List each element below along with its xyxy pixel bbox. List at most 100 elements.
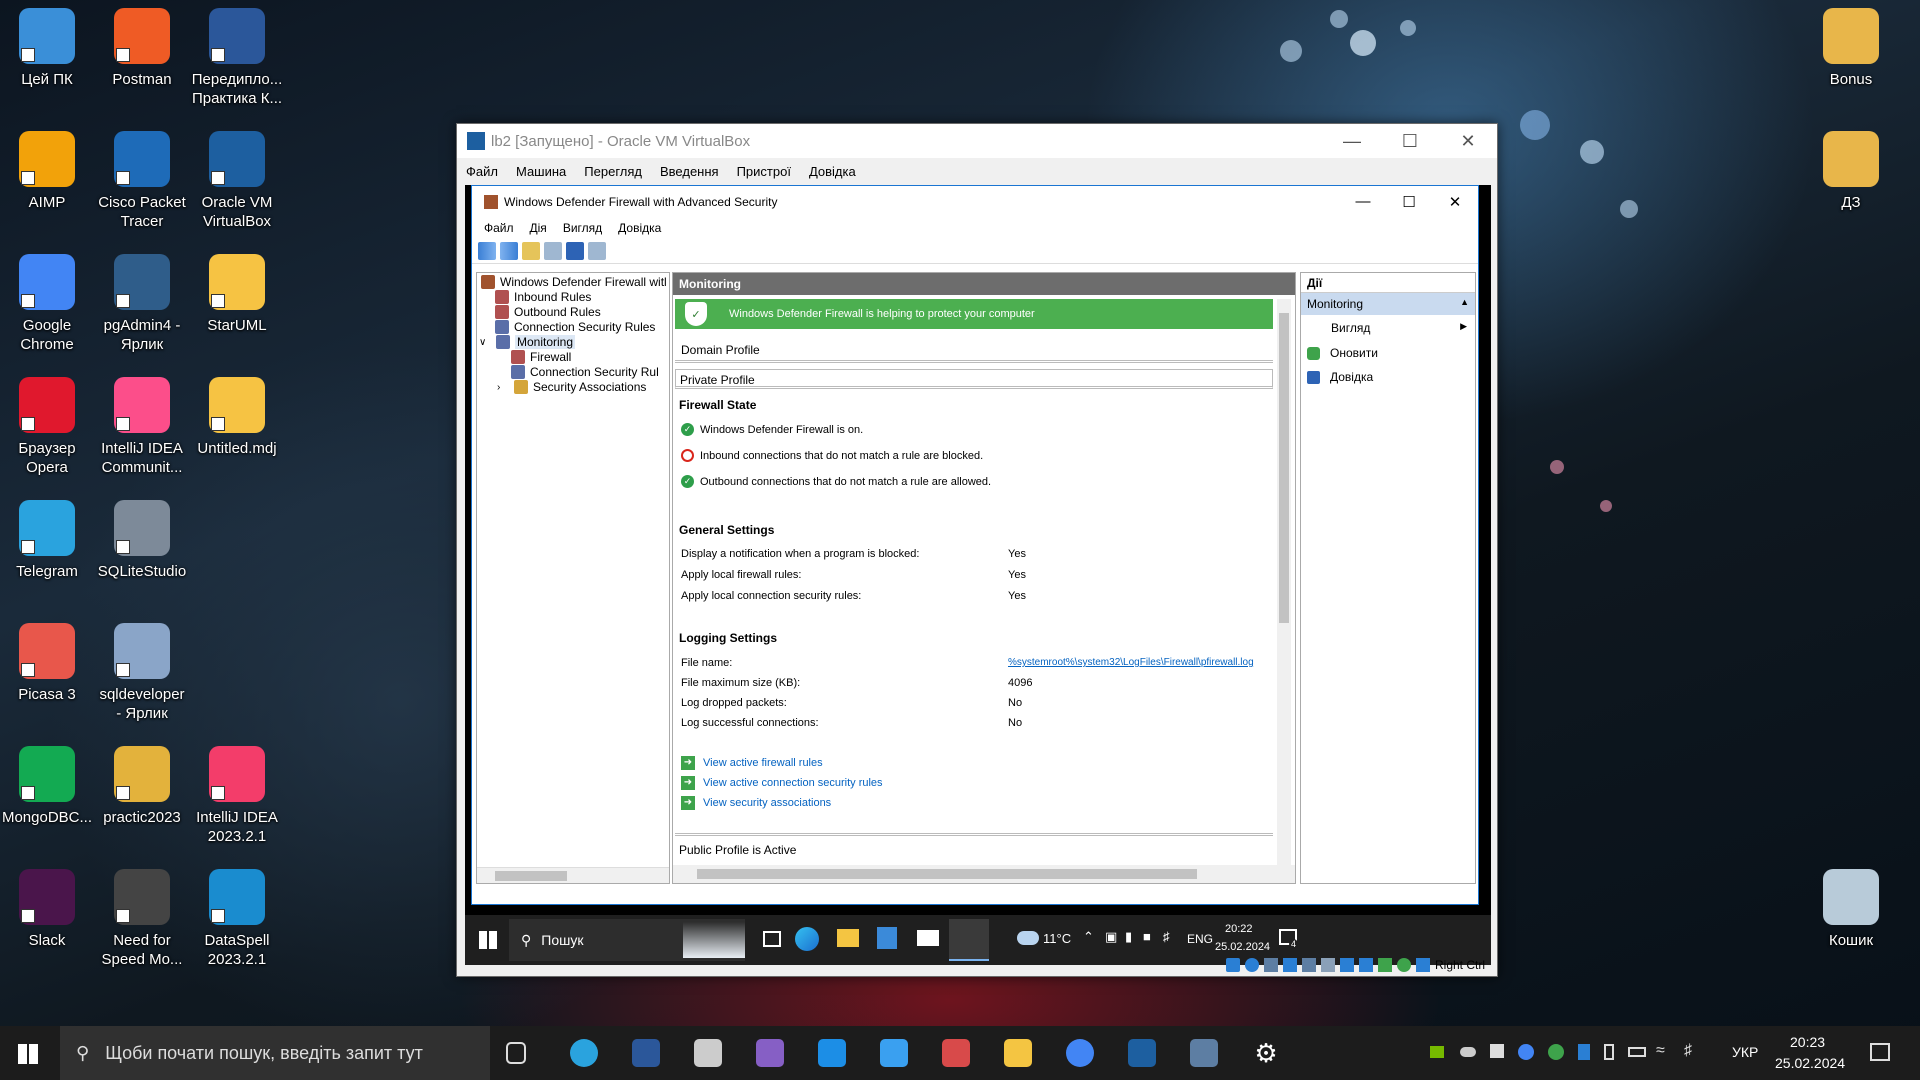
volume-icon[interactable]: ♯ (1163, 929, 1170, 944)
edge-icon[interactable] (795, 927, 819, 951)
visual-studio-icon[interactable] (756, 1039, 784, 1067)
close-button[interactable]: ✕ (1439, 131, 1497, 152)
store-icon[interactable] (877, 927, 897, 949)
desktop-icon-telegram[interactable]: Telegram (0, 500, 94, 581)
host-key-label[interactable]: Right Ctrl (1435, 958, 1485, 972)
desktop-icon-staruml[interactable]: StarUML (190, 254, 284, 335)
hard-disk-icon[interactable] (1225, 958, 1240, 972)
task-view-icon[interactable] (763, 931, 781, 947)
help-icon[interactable] (566, 241, 584, 260)
fw-menu-view[interactable]: Вигляд (555, 221, 610, 235)
tray-app-green-icon[interactable] (1548, 1044, 1564, 1060)
vbox-menu-view[interactable]: Перегляд (575, 164, 651, 179)
mouse-integration-icon[interactable] (1396, 958, 1411, 972)
desktop-icon-need-for-speed[interactable]: Need for Speed Mo... (95, 869, 189, 969)
network-adapter-icon[interactable] (1282, 958, 1297, 972)
desktop-icon-practic-folder[interactable]: practic2023 (95, 746, 189, 827)
back-arrow-icon[interactable] (478, 241, 496, 260)
collapse-up-icon[interactable]: ▲ (1460, 297, 1469, 311)
expand-chevron-icon[interactable]: › (497, 382, 509, 393)
fw-menu-help[interactable]: Довідка (610, 221, 669, 235)
desktop-icon-cisco-packet-tracer[interactable]: Cisco Packet Tracer (95, 131, 189, 231)
forward-arrow-icon[interactable] (500, 241, 518, 260)
fw-menu-file[interactable]: Файл (476, 221, 522, 235)
chrome-tray-icon[interactable] (1518, 1044, 1534, 1060)
desktop-icon-bonus-folder[interactable]: Bonus (1804, 8, 1898, 89)
bluetooth-icon[interactable] (1578, 1044, 1590, 1060)
windows-start-icon[interactable] (479, 931, 497, 949)
vscode-icon[interactable] (818, 1039, 846, 1067)
usb-drive-icon[interactable] (1604, 1044, 1614, 1060)
desktop-icon-postman[interactable]: Postman (95, 8, 189, 89)
desktop-icon-picasa[interactable]: Picasa 3 (0, 623, 94, 704)
guest-clock-time[interactable]: 20:22 (1225, 923, 1253, 935)
vbox-menu-input[interactable]: Введення (651, 164, 728, 179)
firewall-vm-icon[interactable] (1190, 1039, 1218, 1067)
task-view-icon[interactable] (506, 1042, 526, 1064)
desktop-icon-sqlitestudio[interactable]: SQLiteStudio (95, 500, 189, 581)
domain-profile-header[interactable]: Domain Profile (675, 335, 1273, 363)
action-help[interactable]: Довідка (1301, 365, 1475, 389)
file-explorer-icon[interactable] (1004, 1039, 1032, 1067)
cpu-icon[interactable] (1377, 958, 1392, 972)
usb-icon[interactable] (1301, 958, 1316, 972)
volume-icon[interactable]: ♯ (1684, 1042, 1692, 1060)
audio-icon[interactable] (1263, 958, 1278, 972)
host-search-box[interactable]: ⚲ Щоби почати пошук, введіть запит тут (60, 1026, 490, 1080)
view-connection-security-rules-link[interactable]: ➜ View active connection security rules (681, 776, 883, 790)
desktop-icon-dz-folder[interactable]: ДЗ (1804, 131, 1898, 212)
vbox-menu-machine[interactable]: Машина (507, 164, 575, 179)
desktop-icon-aimp[interactable]: AIMP (0, 131, 94, 212)
notification-center-icon[interactable] (1870, 1043, 1890, 1061)
fw-menu-action[interactable]: Дія (522, 221, 555, 235)
vertical-scrollbar[interactable] (1277, 299, 1291, 865)
action-view[interactable]: Вигляд ▶ (1301, 315, 1475, 341)
unity-icon[interactable] (694, 1039, 722, 1067)
network-icon[interactable]: ▣ (1105, 929, 1117, 945)
scrollbar-thumb[interactable] (697, 869, 1197, 879)
horizontal-scrollbar[interactable] (673, 865, 1295, 883)
tray-apps-icon[interactable] (1490, 1044, 1504, 1058)
vbox-menu-help[interactable]: Довідка (800, 164, 865, 179)
scrollbar-thumb[interactable] (1279, 313, 1289, 623)
chrome-icon[interactable] (1066, 1039, 1094, 1067)
tray-chevron-up-icon[interactable]: ⌃ (1083, 929, 1094, 945)
log-file-link[interactable]: %systemroot%\system32\LogFiles\Firewall\… (1008, 657, 1254, 668)
display-settings-icon[interactable] (1339, 958, 1354, 972)
scrollbar-thumb[interactable] (495, 871, 567, 881)
fw-maximize-button[interactable]: ☐ (1386, 193, 1432, 211)
file-explorer-icon[interactable] (837, 929, 859, 947)
word-icon[interactable] (632, 1039, 660, 1067)
actions-section-monitoring[interactable]: Monitoring ▲ (1301, 293, 1475, 315)
battery-icon[interactable]: ▮ (1125, 929, 1132, 945)
display-icon[interactable]: ■ (1143, 929, 1151, 944)
desktop-icon-slack[interactable]: Slack (0, 869, 94, 950)
snipping-tool-icon[interactable] (942, 1039, 970, 1067)
tree-security-associations[interactable]: › Security Associations (497, 378, 646, 396)
desktop-icon-mongodb-compass[interactable]: MongoDBC... (0, 746, 94, 827)
view-active-firewall-rules-link[interactable]: ➜ View active firewall rules (681, 756, 823, 770)
firewall-titlebar[interactable]: Windows Defender Firewall with Advanced … (472, 186, 1478, 218)
guest-language[interactable]: ENG (1187, 932, 1213, 946)
desktop-icon-intellij-idea[interactable]: IntelliJ IDEA 2023.2.1 (190, 746, 284, 846)
up-folder-icon[interactable] (522, 241, 540, 260)
desktop-icon-chrome[interactable]: Google Chrome (0, 254, 94, 354)
desktop-icon-virtualbox[interactable]: Oracle VM VirtualBox (190, 131, 284, 231)
desktop-icon-sqldeveloper[interactable]: sqldeveloper - Ярлик (95, 623, 189, 723)
onedrive-icon[interactable] (1460, 1047, 1476, 1057)
fw-close-button[interactable]: ✕ (1432, 193, 1478, 211)
recording-icon[interactable] (1358, 958, 1373, 972)
keyboard-capture-icon[interactable] (1415, 958, 1430, 972)
expand-chevron-icon[interactable]: ∨ (479, 337, 491, 348)
private-profile-header[interactable]: Private Profile (675, 369, 1273, 389)
guest-screen[interactable]: Windows Defender Firewall with Advanced … (465, 185, 1491, 965)
view-security-associations-link[interactable]: ➜ View security associations (681, 796, 831, 810)
optical-drive-icon[interactable] (1244, 958, 1259, 972)
host-clock-time[interactable]: 20:23 (1790, 1034, 1825, 1050)
windows-start-icon[interactable] (18, 1044, 38, 1064)
show-hide-tree-icon[interactable] (544, 241, 562, 260)
desktop-icon-recycle-bin[interactable]: Кошик (1804, 869, 1898, 950)
desktop-icon-this-pc[interactable]: Цей ПК (0, 8, 94, 89)
minimize-button[interactable]: — (1323, 131, 1381, 152)
vbox-menu-file[interactable]: Файл (457, 164, 507, 179)
